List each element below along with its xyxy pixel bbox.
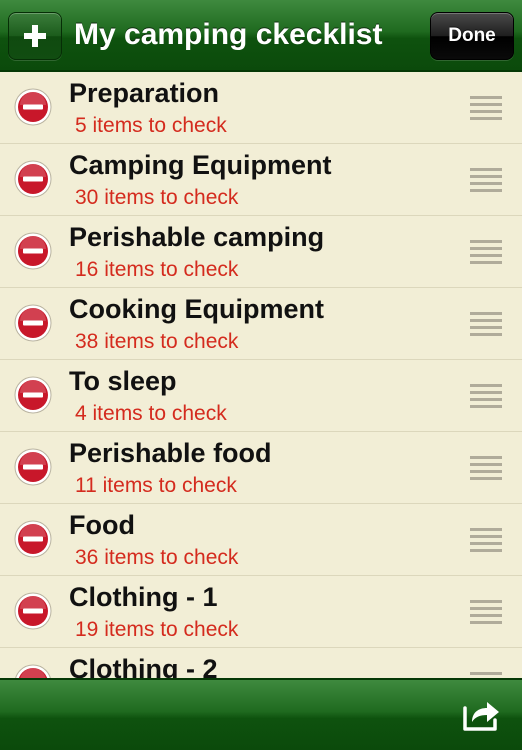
list-row-perishable-camping[interactable]: Perishable camping 16 items to check — [0, 216, 522, 288]
reorder-grip-icon[interactable] — [470, 95, 502, 121]
reorder-grip-icon[interactable] — [470, 383, 502, 409]
list-title: Food — [69, 510, 135, 540]
list-item-count: 4 items to check — [75, 402, 227, 425]
reorder-grip-icon[interactable] — [470, 455, 502, 481]
list-item-count: 5 items to check — [75, 114, 227, 137]
list-row-preparation[interactable]: Preparation 5 items to check — [0, 72, 522, 144]
reorder-grip-icon[interactable] — [470, 599, 502, 625]
list-title: Camping Equipment — [69, 150, 332, 180]
list-item-count: 16 items to check — [75, 258, 239, 281]
list-item-count: 38 items to check — [75, 330, 239, 353]
delete-minus-icon[interactable] — [14, 376, 52, 414]
checklist-list: Preparation 5 items to check Camping Equ… — [0, 72, 522, 678]
delete-minus-icon[interactable] — [14, 664, 52, 678]
list-title: Preparation — [69, 78, 220, 108]
list-item-count: 11 items to check — [75, 474, 237, 497]
delete-minus-icon[interactable] — [14, 88, 52, 126]
list-title: Clothing - 2 — [69, 654, 218, 678]
list-row-camping-equipment[interactable]: Camping Equipment 30 items to check — [0, 144, 522, 216]
share-export-icon[interactable] — [462, 698, 502, 732]
delete-minus-icon[interactable] — [14, 520, 52, 558]
list-title: Perishable food — [69, 438, 272, 468]
list-row-clothing-2[interactable]: Clothing - 2 — [0, 648, 522, 678]
done-button[interactable]: Done — [430, 12, 514, 60]
list-row-food[interactable]: Food 36 items to check — [0, 504, 522, 576]
reorder-grip-icon[interactable] — [470, 239, 502, 265]
list-row-perishable-food[interactable]: Perishable food 11 items to check — [0, 432, 522, 504]
list-title: To sleep — [69, 366, 177, 396]
list-item-count: 36 items to check — [75, 546, 239, 569]
list-item-count: 30 items to check — [75, 186, 239, 209]
list-title: Perishable camping — [69, 222, 325, 252]
add-list-button[interactable] — [8, 12, 62, 60]
delete-minus-icon[interactable] — [14, 232, 52, 270]
list-title: Clothing - 1 — [69, 582, 218, 612]
reorder-grip-icon[interactable] — [470, 527, 502, 553]
reorder-grip-icon[interactable] — [470, 311, 502, 337]
list-row-to-sleep[interactable]: To sleep 4 items to check — [0, 360, 522, 432]
plus-icon — [24, 25, 46, 47]
delete-minus-icon[interactable] — [14, 304, 52, 342]
delete-minus-icon[interactable] — [14, 160, 52, 198]
navigation-bar: My camping ckecklist Done — [0, 0, 522, 72]
reorder-grip-icon[interactable] — [470, 167, 502, 193]
list-item-count: 19 items to check — [75, 618, 239, 641]
list-title: Cooking Equipment — [69, 294, 324, 324]
list-row-cooking-equipment[interactable]: Cooking Equipment 38 items to check — [0, 288, 522, 360]
delete-minus-icon[interactable] — [14, 592, 52, 630]
bottom-toolbar — [0, 678, 522, 750]
page-title: My camping ckecklist — [74, 18, 383, 51]
list-row-clothing-1[interactable]: Clothing - 1 19 items to check — [0, 576, 522, 648]
reorder-grip-icon[interactable] — [470, 671, 502, 678]
delete-minus-icon[interactable] — [14, 448, 52, 486]
